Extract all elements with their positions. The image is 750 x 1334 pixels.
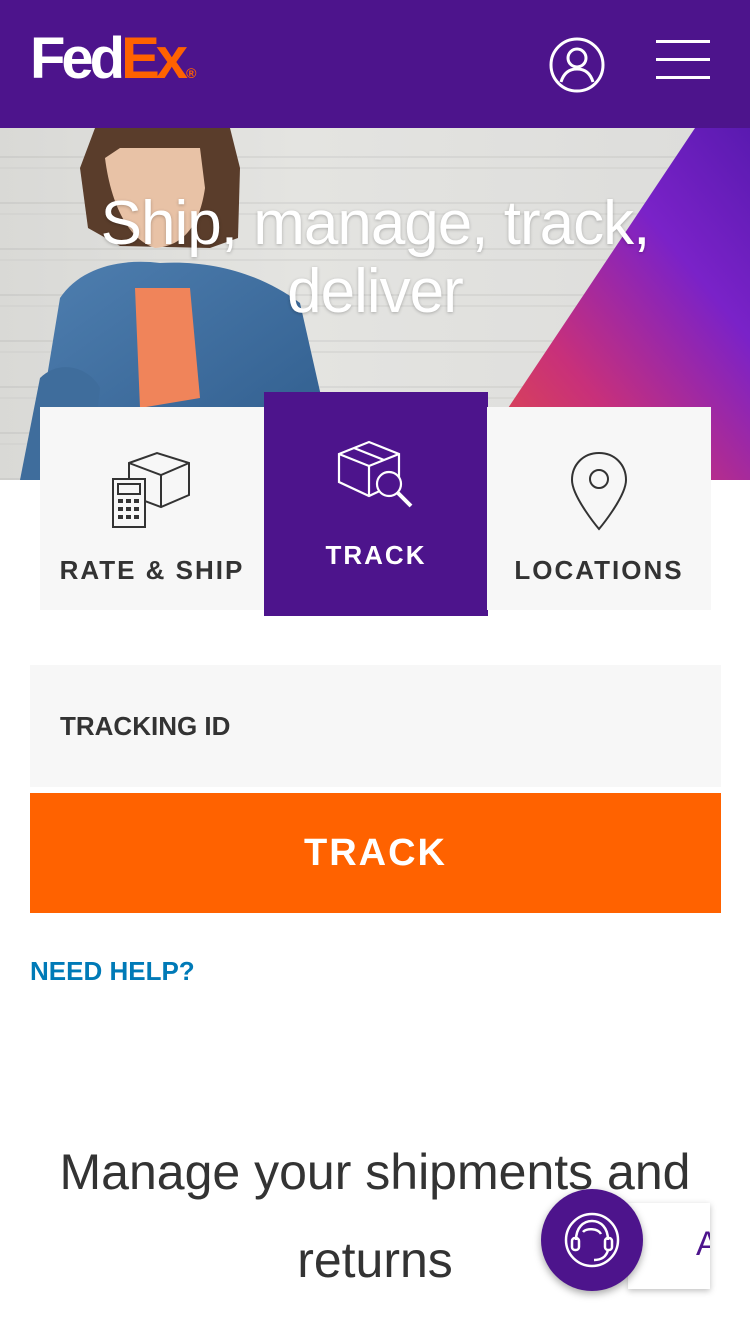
tab-rate-ship-label: RATE & SHIP [59,555,245,585]
headset-agent-icon [564,1212,620,1268]
calculator-box-icon [112,451,190,528]
tab-locations-label: LOCATIONS [514,555,684,585]
hamburger-menu-icon [656,40,710,79]
tab-locations[interactable]: LOCATIONS [487,407,711,610]
logo-fed: Fed [30,26,125,91]
box-magnifier-icon [337,440,413,508]
tracking-id-input[interactable] [30,665,721,787]
track-button[interactable]: TRACK [30,793,721,913]
profile-button[interactable] [548,36,606,94]
logo-registered-mark: ® [186,65,197,81]
chat-button[interactable] [541,1189,643,1291]
hero-title: Ship, manage, track, deliver [100,189,651,326]
chat-tab-text: A [696,1225,710,1263]
header-bar: FedEx ® [0,0,750,128]
fedex-logo[interactable]: FedEx ® [30,30,196,88]
menu-button[interactable] [656,38,712,82]
tab-track-label: TRACK [325,540,427,570]
logo-ex: Ex [121,26,188,91]
user-circle-icon [549,37,605,93]
map-pin-icon [570,451,628,531]
tab-track[interactable]: TRACK [264,392,488,616]
need-help-link[interactable]: NEED HELP? [30,956,195,987]
tab-rate-ship[interactable]: RATE & SHIP [40,407,264,610]
